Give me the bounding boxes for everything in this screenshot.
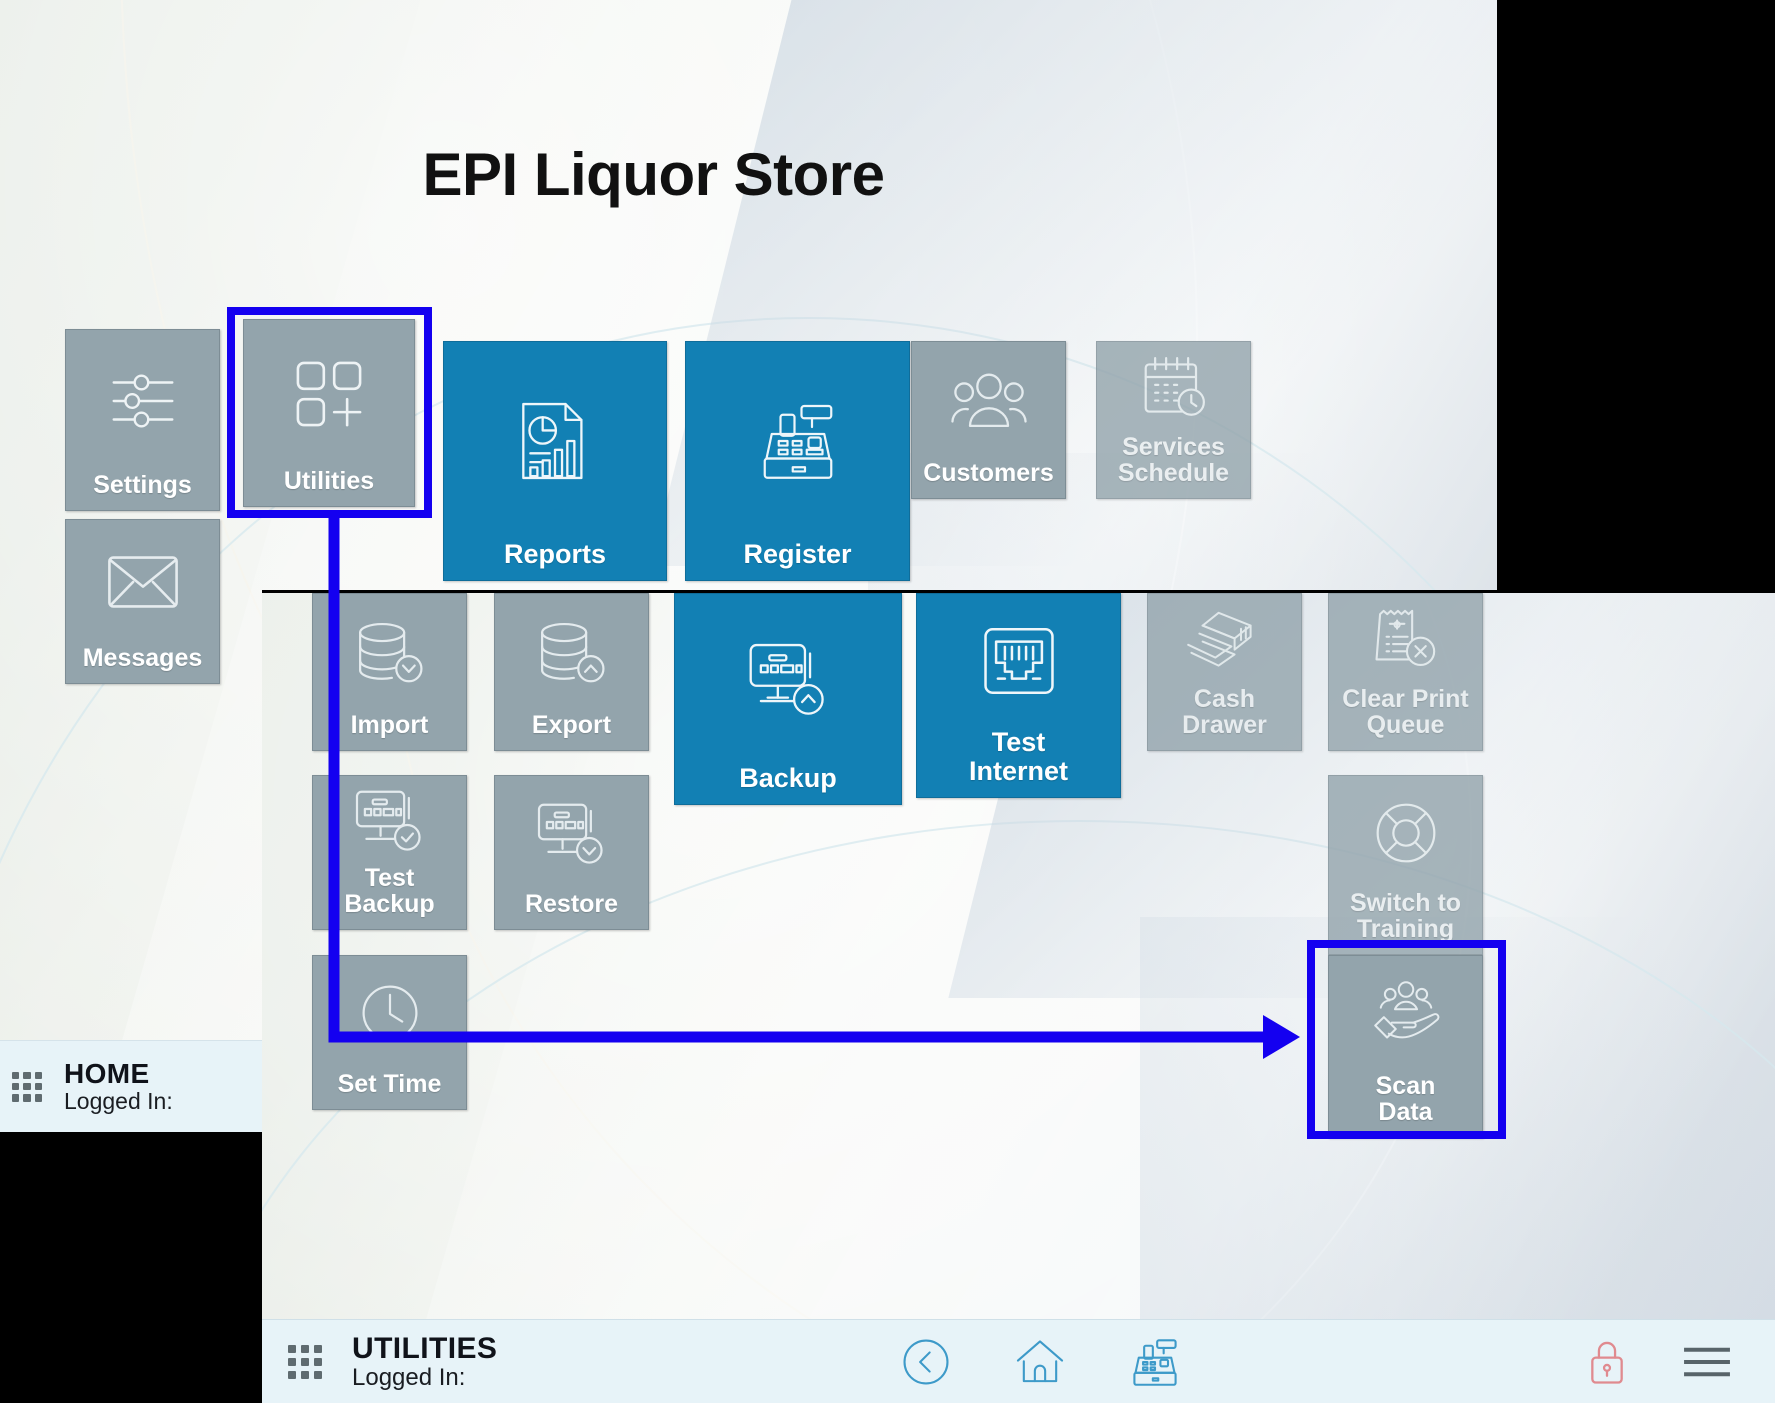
cash-register-icon bbox=[686, 342, 909, 540]
sliders-icon bbox=[66, 330, 219, 472]
hand-people-icon bbox=[1329, 956, 1482, 1073]
tile-label: Reports bbox=[503, 538, 606, 569]
life-ring-icon bbox=[1329, 776, 1482, 890]
utilities-window: Import Export Backup Test Internet Cash … bbox=[262, 590, 1775, 1403]
monitor-up-icon bbox=[675, 594, 901, 764]
tile-label: Export bbox=[531, 710, 612, 739]
tile-label: Test Internet bbox=[968, 727, 1068, 786]
footer-right-actions bbox=[1585, 1337, 1733, 1387]
tile-label: Services Schedule bbox=[1117, 432, 1230, 487]
hamburger-menu-icon[interactable] bbox=[1681, 1342, 1733, 1382]
tile-label: Register bbox=[743, 538, 852, 569]
database-down-icon bbox=[313, 594, 466, 712]
tile-test-backup[interactable]: Test Backup bbox=[312, 775, 467, 930]
tile-label: Import bbox=[350, 710, 429, 739]
report-chart-icon bbox=[444, 342, 666, 540]
envelope-icon bbox=[66, 520, 219, 645]
tile-reports[interactable]: Reports bbox=[443, 341, 667, 581]
ethernet-port-icon bbox=[917, 594, 1120, 728]
footer-title: HOME bbox=[64, 1058, 150, 1090]
tile-import[interactable]: Import bbox=[312, 593, 467, 751]
screen: EPI Liquor Store Settings Utilities Repo… bbox=[0, 0, 1775, 1403]
monitor-restore-icon bbox=[495, 776, 648, 891]
register-icon[interactable] bbox=[1129, 1336, 1181, 1388]
tile-label: Messages bbox=[82, 643, 203, 672]
grid-plus-icon bbox=[244, 320, 414, 468]
tile-scan-data[interactable]: Scan Data bbox=[1328, 955, 1483, 1138]
money-stack-icon bbox=[1148, 594, 1301, 686]
tile-export[interactable]: Export bbox=[494, 593, 649, 751]
tile-label: Scan Data bbox=[1375, 1071, 1436, 1126]
database-up-icon bbox=[495, 594, 648, 712]
tile-settings[interactable]: Settings bbox=[65, 329, 220, 511]
tile-set-time[interactable]: Set Time bbox=[312, 955, 467, 1110]
tile-test-internet[interactable]: Test Internet bbox=[916, 593, 1121, 798]
tile-label: Settings bbox=[93, 470, 192, 499]
app-title: EPI Liquor Store bbox=[422, 141, 885, 208]
tile-switch-to-training[interactable]: Switch to Training bbox=[1328, 775, 1483, 955]
people-group-icon bbox=[912, 342, 1065, 460]
monitor-check-icon bbox=[313, 776, 466, 865]
tile-backup[interactable]: Backup bbox=[674, 593, 902, 805]
tile-customers[interactable]: Customers bbox=[911, 341, 1066, 499]
tile-restore[interactable]: Restore bbox=[494, 775, 649, 930]
tile-label: Clear Print Queue bbox=[1342, 684, 1469, 739]
tile-label: Test Backup bbox=[344, 863, 435, 918]
home-footer-title-block: HOME Logged In: bbox=[64, 1059, 173, 1113]
utilities-footer: UTILITIES Logged In: bbox=[262, 1319, 1775, 1403]
tile-register[interactable]: Register bbox=[685, 341, 910, 581]
tile-label: Set Time bbox=[337, 1069, 442, 1098]
tile-services-schedule[interactable]: Services Schedule bbox=[1096, 341, 1251, 499]
back-circle-icon[interactable] bbox=[901, 1337, 951, 1387]
app-grid-icon[interactable] bbox=[288, 1344, 322, 1379]
footer-logged-in: Logged In: bbox=[64, 1088, 173, 1115]
tile-label: Restore bbox=[524, 889, 619, 918]
tile-label: Utilities bbox=[283, 466, 375, 495]
app-grid-icon[interactable] bbox=[12, 1071, 42, 1102]
footer-title: UTILITIES bbox=[352, 1331, 498, 1365]
home-footer: HOME Logged In: bbox=[0, 1040, 262, 1132]
tile-label: Switch to Training bbox=[1349, 888, 1462, 943]
utilities-footer-title-block: UTILITIES Logged In: bbox=[352, 1331, 498, 1391]
calendar-clock-icon bbox=[1097, 342, 1250, 434]
tile-messages[interactable]: Messages bbox=[65, 519, 220, 684]
footer-nav bbox=[497, 1336, 1585, 1388]
lock-icon[interactable] bbox=[1585, 1337, 1629, 1387]
tile-label: Cash Drawer bbox=[1182, 684, 1267, 739]
tile-clear-print-queue[interactable]: Clear Print Queue bbox=[1328, 593, 1483, 751]
clock-icon bbox=[313, 956, 466, 1071]
tile-label: Backup bbox=[739, 762, 837, 793]
home-icon[interactable] bbox=[1013, 1337, 1067, 1387]
footer-logged-in: Logged In: bbox=[352, 1363, 466, 1391]
tile-label: Customers bbox=[923, 458, 1054, 487]
tile-utilities[interactable]: Utilities bbox=[243, 319, 415, 507]
tile-cash-drawer[interactable]: Cash Drawer bbox=[1147, 593, 1302, 751]
receipt-cancel-icon bbox=[1329, 594, 1482, 686]
